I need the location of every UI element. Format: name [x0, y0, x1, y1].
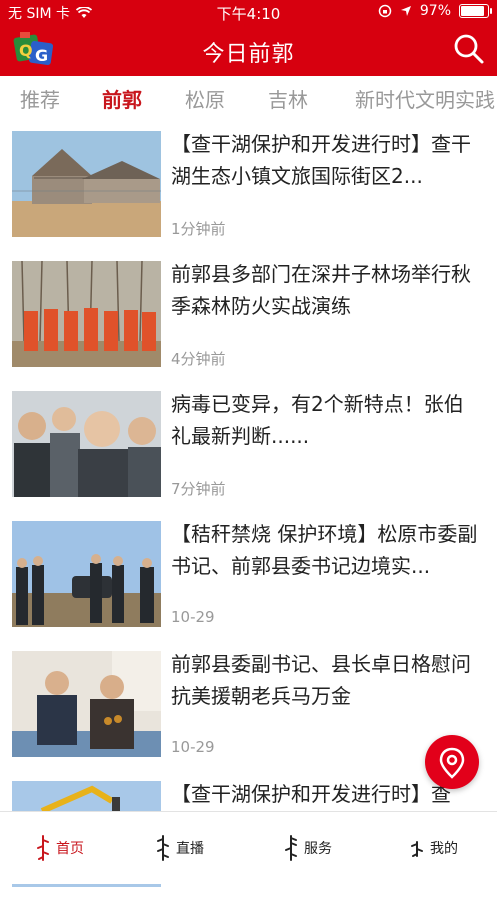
tabbar-home[interactable]: 首页 [36, 832, 84, 864]
article-thumbnail [12, 391, 161, 497]
location-pin-icon [439, 747, 465, 779]
article-thumbnail [12, 651, 161, 757]
tabbar-service[interactable]: 服务 [284, 832, 332, 864]
location-fab-button[interactable] [425, 735, 479, 789]
search-icon[interactable] [453, 33, 485, 65]
tabbar-mine-label: 我的 [430, 841, 458, 857]
list-item[interactable]: 前郭县多部门在深井子林场举行秋季森林防火实战演练 4分钟前 [0, 252, 497, 382]
article-time: 4分钟前 [171, 350, 226, 368]
top-navbar: Q G 今日前郭 [0, 24, 497, 76]
location-arrow-icon [400, 6, 411, 16]
mongolian-script-home-icon [37, 835, 49, 861]
article-thumbnail [12, 521, 161, 627]
tabbar-home-label: 首页 [56, 841, 84, 857]
article-title: 病毒已变异，有2个新特点！张伯礼最新判断...... [171, 392, 464, 448]
tab-songyuan[interactable]: 松原 [185, 84, 225, 113]
article-time: 10-29 [171, 738, 215, 756]
article-thumbnail [12, 261, 161, 367]
article-time: 10-29 [171, 608, 215, 626]
article-title: 前郭县多部门在深井子林场举行秋季森林防火实战演练 [171, 262, 471, 318]
page-title: 今日前郭 [202, 42, 295, 67]
status-bar: 无 SIM 卡 下午4:10 97% [0, 0, 497, 24]
article-time: 1分钟前 [171, 220, 226, 238]
list-item[interactable]: 【秸秆禁烧 保护环境】松原市委副书记、前郭县委书记边境实... 10-29 [0, 512, 497, 642]
tab-qianguo[interactable]: 前郭 [102, 84, 142, 113]
article-time: 7分钟前 [171, 480, 226, 498]
article-title: 【查干湖保护和开发进行时】查干湖生态小镇文旅国际街区2... [171, 132, 471, 188]
mongolian-script-service-icon [285, 835, 297, 861]
status-right: 97% [378, 3, 492, 19]
tabbar-service-label: 服务 [304, 841, 332, 857]
article-title: 【秸秆禁烧 保护环境】松原市委副书记、前郭县委书记边境实... [171, 522, 478, 578]
article-thumbnail [12, 131, 161, 237]
mongolian-script-live-icon [157, 835, 169, 861]
article-title: 前郭县委副书记、县长卓日格慰问抗美援朝老兵马万金 [171, 652, 471, 708]
list-item[interactable]: 【查干湖保护和开发进行时】查干湖生态小镇文旅国际街区2... 1分钟前 [0, 122, 497, 252]
tabbar-mine[interactable]: 我的 [410, 832, 458, 864]
bottom-tabbar: 首页 直播 服务 我的 [0, 811, 497, 884]
tabbar-live[interactable]: 直播 [156, 832, 204, 864]
tab-recommend[interactable]: 推荐 [20, 84, 60, 113]
category-tabs: 推荐 前郭 松原 吉林 新时代文明实践 [0, 76, 497, 122]
list-item[interactable]: 前郭县委副书记、县长卓日格慰问抗美援朝老兵马万金 10-29 [0, 642, 497, 772]
battery-percent: 97% [419, 3, 451, 19]
list-item[interactable]: 病毒已变异，有2个新特点！张伯礼最新判断...... 7分钟前 [0, 382, 497, 512]
battery-icon [459, 4, 492, 18]
mongolian-script-mine-icon [411, 841, 423, 857]
tab-civilization-practice[interactable]: 新时代文明实践 [355, 84, 495, 113]
tab-jilin[interactable]: 吉林 [268, 84, 308, 113]
tabbar-live-label: 直播 [176, 841, 204, 857]
rotation-lock-icon [378, 4, 392, 18]
